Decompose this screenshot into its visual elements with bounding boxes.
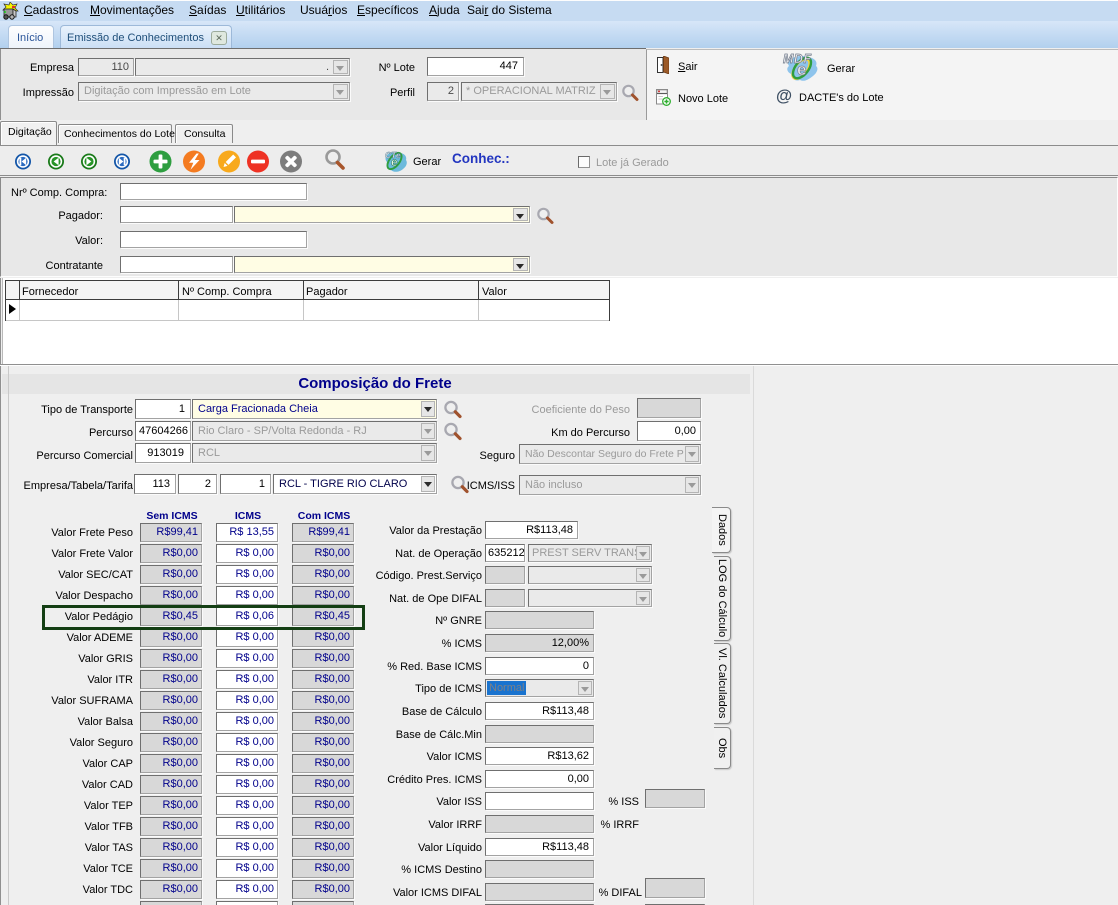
- svg-text:e: e: [391, 155, 398, 169]
- svg-text:e: e: [797, 60, 806, 79]
